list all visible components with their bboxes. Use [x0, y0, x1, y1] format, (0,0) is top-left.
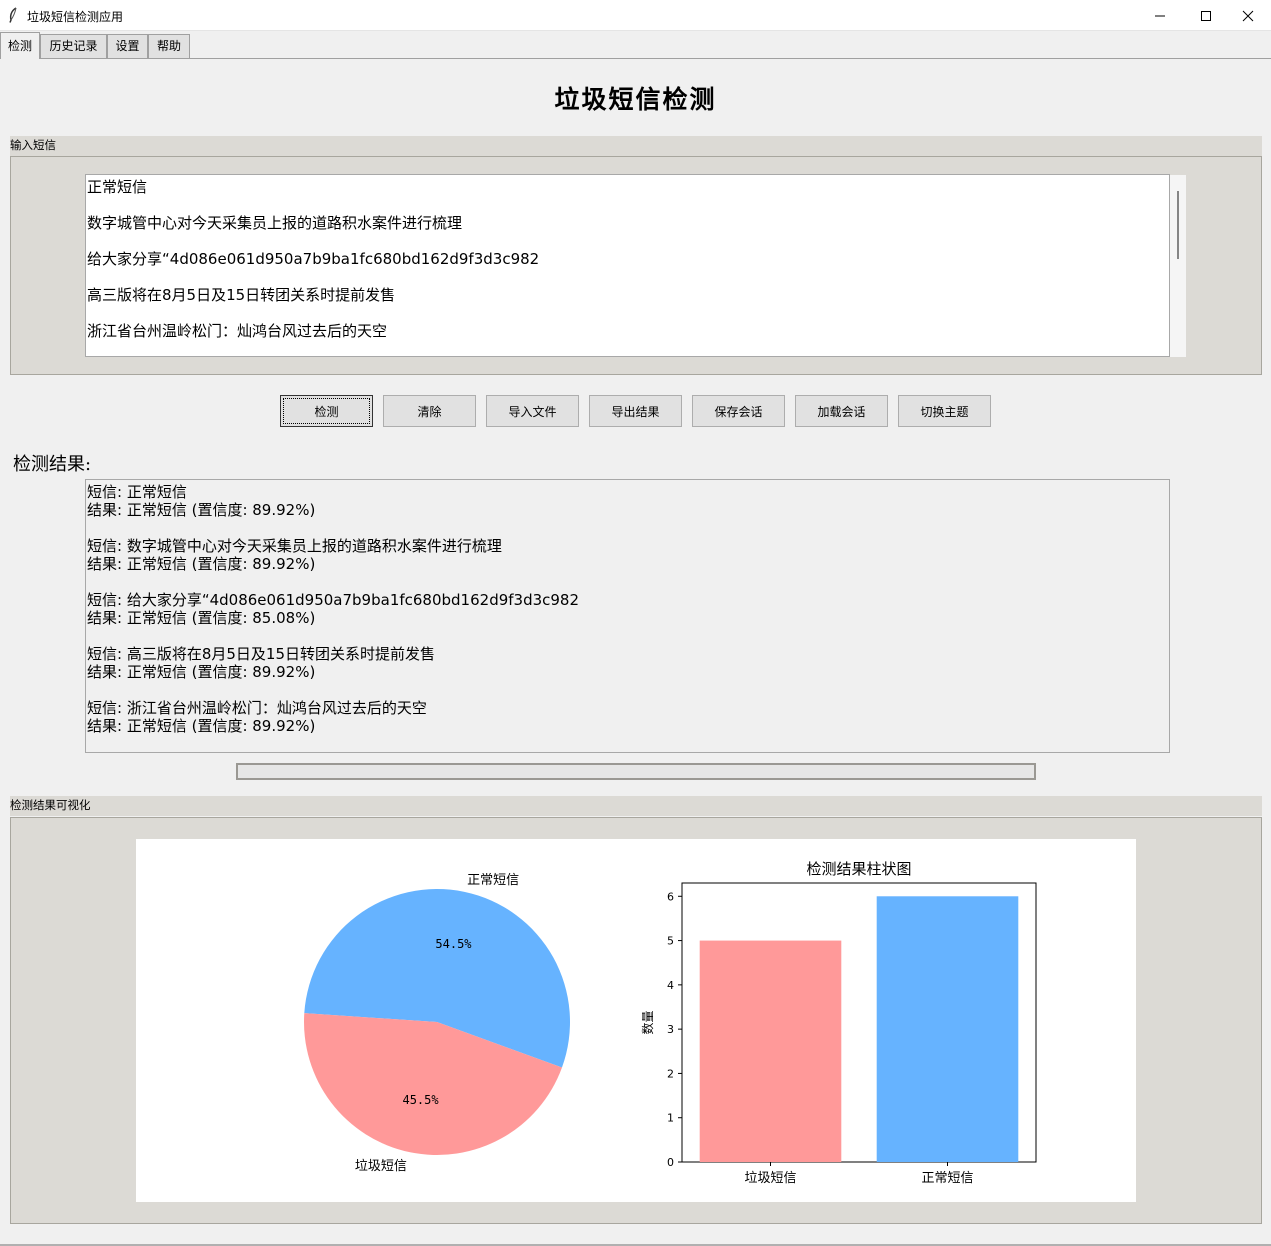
bar	[699, 940, 842, 1162]
progress-bar	[236, 763, 1036, 780]
result-verdict: 结果: 正常短信 (置信度: 85.08%)	[87, 609, 316, 627]
feather-icon	[9, 7, 17, 23]
result-verdict: 结果: 正常短信 (置信度: 89.92%)	[87, 663, 316, 681]
tab-help[interactable]: 帮助	[148, 34, 190, 58]
visualization-section-header: 检测结果可视化	[10, 796, 1262, 816]
sms-input[interactable]: 正常短信 数字城管中心对今天采集员上报的道路积水案件进行梳理 给大家分享“4d0…	[85, 174, 1170, 357]
minimize-button[interactable]	[1137, 0, 1183, 31]
pie-category-label: 正常短信	[467, 873, 519, 888]
input-line: 正常短信	[87, 178, 148, 196]
result-verdict: 结果: 正常短信 (置信度: 89.92%)	[87, 555, 316, 573]
y-tick-label: 1	[667, 1112, 674, 1125]
bar	[876, 896, 1019, 1162]
close-button[interactable]	[1225, 0, 1271, 31]
detect-button[interactable]: 检测	[280, 395, 373, 427]
import-file-button[interactable]: 导入文件	[486, 395, 579, 427]
input-line: 给大家分享“4d086e061d950a7b9ba1fc680bd162d9f3…	[87, 250, 540, 268]
y-tick-label: 3	[667, 1023, 674, 1036]
results-label: 检测结果:	[13, 454, 92, 475]
input-section-label: 输入短信	[10, 138, 56, 152]
title-bar: 垃圾短信检测应用	[0, 0, 1271, 31]
y-axis-label: 数量	[640, 1010, 655, 1034]
result-verdict: 结果: 正常短信 (置信度: 89.92%)	[87, 501, 316, 519]
result-verdict: 结果: 正常短信 (置信度: 89.92%)	[87, 717, 316, 735]
tab-settings[interactable]: 设置	[107, 34, 148, 58]
save-session-button[interactable]: 保存会话	[692, 395, 785, 427]
load-session-button[interactable]: 加载会话	[795, 395, 888, 427]
maximize-button[interactable]	[1183, 0, 1229, 31]
bar-chart-title: 检测结果柱状图	[806, 860, 911, 878]
results-output[interactable]: 短信: 正常短信 结果: 正常短信 (置信度: 89.92%) 短信: 数字城管…	[85, 479, 1170, 753]
tab-detect[interactable]: 检测	[0, 32, 40, 59]
pie-category-label: 垃圾短信	[355, 1159, 407, 1174]
window-title: 垃圾短信检测应用	[27, 10, 124, 24]
charts-svg: 54.5%正常短信45.5%垃圾短信检测结果柱状图0123456数量垃圾短信 正常…	[304, 860, 1037, 1186]
tabs-divider	[0, 58, 1271, 59]
toggle-theme-button[interactable]: 切换主题	[898, 395, 991, 427]
pie-percent-label: 54.5%	[435, 937, 472, 951]
page-title: 垃圾短信检测	[554, 85, 717, 114]
input-scrollbar-thumb[interactable]	[1177, 191, 1179, 259]
input-section-header: 输入短信	[10, 136, 1262, 156]
visualization-section-label: 检测结果可视化	[10, 798, 91, 812]
clear-button[interactable]: 清除	[383, 395, 476, 427]
y-tick-label: 0	[667, 1156, 674, 1169]
x-tick-label: 正常短信	[921, 1171, 973, 1186]
input-scrollbar[interactable]	[1170, 175, 1186, 357]
y-tick-label: 2	[667, 1067, 674, 1080]
x-tick-label: 垃圾短信	[744, 1171, 796, 1186]
pie-percent-label: 45.5%	[402, 1093, 439, 1107]
minimize-icon	[1155, 15, 1165, 16]
y-tick-label: 6	[667, 890, 674, 903]
chart-panel: 54.5% 正常短信 45.5% 垃圾短信 检测结果柱状图 0 1 2 3 4 5 6 数量 垃圾短信 正常…	[136, 839, 1136, 1202]
export-results-button[interactable]: 导出结果	[589, 395, 682, 427]
close-icon	[1242, 10, 1254, 21]
input-line: 高三版将在8月5日及15日转团关系时提前发售	[87, 286, 396, 304]
tab-history[interactable]: 历史记录	[40, 34, 107, 58]
maximize-icon	[1201, 10, 1211, 21]
y-tick-label: 4	[667, 979, 674, 992]
y-tick-label: 5	[667, 935, 674, 948]
input-line: 数字城管中心对今天采集员上报的道路积水案件进行梳理	[87, 214, 463, 232]
input-line: 浙江省台州温岭松门：灿鸿台风过去后的天空	[87, 322, 388, 340]
